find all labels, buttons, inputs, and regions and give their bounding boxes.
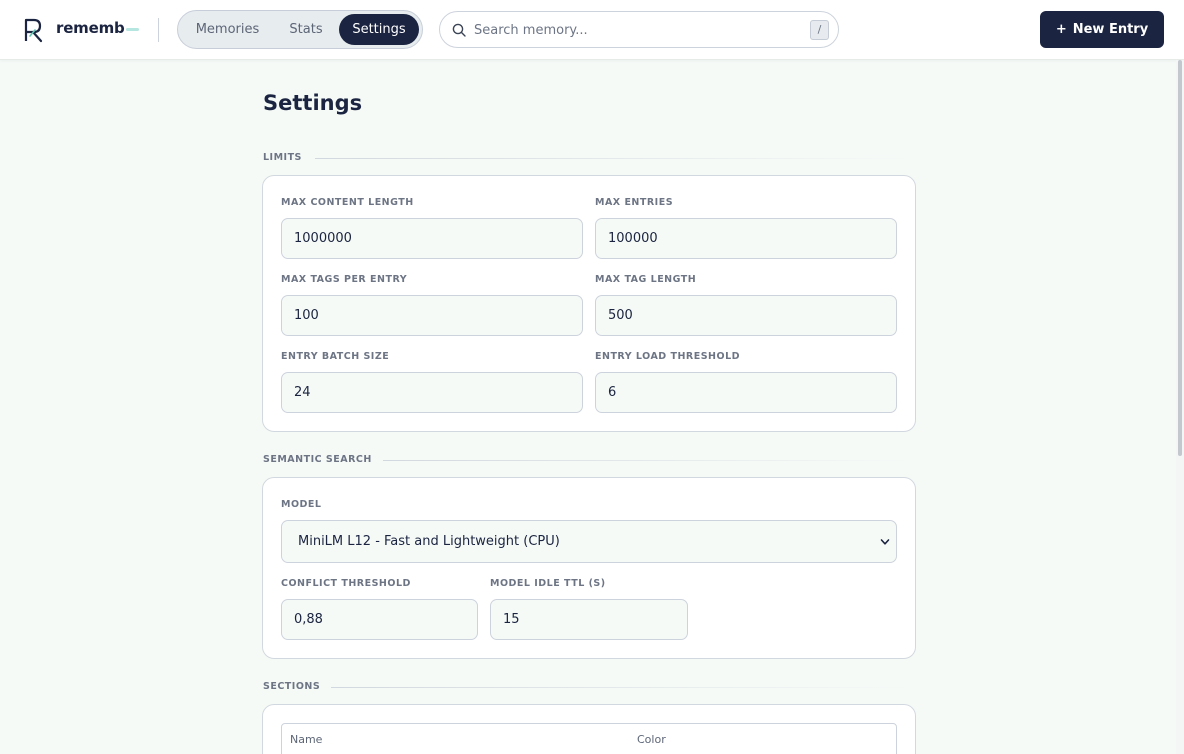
- search-shortcut-hint: /: [810, 20, 829, 40]
- header-divider: [158, 18, 159, 42]
- section-divider: [331, 687, 915, 688]
- entry-load-threshold-label: ENTRY LOAD THRESHOLD: [595, 351, 741, 362]
- rememb-logo-icon: [24, 18, 43, 43]
- conflict-threshold-label: CONFLICT THRESHOLD: [281, 578, 411, 589]
- page-scrollbar[interactable]: [1176, 60, 1184, 754]
- max-tag-length-input[interactable]: [595, 295, 897, 336]
- max-tags-per-entry-label: MAX TAGS PER ENTRY: [281, 274, 408, 285]
- main-tabs: Memories Stats Settings: [177, 10, 423, 49]
- tab-settings[interactable]: Settings: [339, 14, 419, 45]
- model-idle-ttl-label: MODEL IDLE TTL (S): [490, 578, 606, 589]
- chevron-down-icon: [880, 539, 890, 545]
- column-header-name: Name: [290, 733, 323, 746]
- brand-name: rememb: [56, 19, 125, 37]
- brand-accent: [126, 28, 139, 31]
- tab-stats[interactable]: Stats: [275, 14, 337, 45]
- max-content-length-input[interactable]: [281, 218, 583, 259]
- model-label: MODEL: [281, 499, 322, 510]
- model-select[interactable]: MiniLM L12 - Fast and Lightweight (CPU): [281, 520, 897, 563]
- entry-batch-size-input[interactable]: [281, 372, 583, 413]
- model-select-value: MiniLM L12 - Fast and Lightweight (CPU): [298, 534, 560, 549]
- page-title: Settings: [263, 91, 363, 115]
- max-content-length-label: MAX CONTENT LENGTH: [281, 197, 414, 208]
- scrollbar-thumb[interactable]: [1178, 60, 1182, 456]
- conflict-threshold-input[interactable]: [281, 599, 478, 640]
- model-idle-ttl-input[interactable]: [490, 599, 688, 640]
- section-label-semantic-search: SEMANTIC SEARCH: [263, 454, 372, 465]
- search-input[interactable]: [474, 18, 794, 42]
- section-label-limits: LIMITS: [263, 152, 302, 163]
- search-box: /: [439, 11, 839, 48]
- section-divider: [383, 460, 915, 461]
- new-entry-label: New Entry: [1072, 22, 1149, 37]
- top-bar: rememb Memories Stats Settings / + New En…: [0, 0, 1184, 60]
- entry-batch-size-label: ENTRY BATCH SIZE: [281, 351, 390, 362]
- section-divider: [315, 158, 915, 159]
- new-entry-button[interactable]: + New Entry: [1040, 11, 1164, 48]
- sections-table-header: Name Color: [281, 723, 897, 754]
- section-label-sections: SECTIONS: [263, 681, 321, 692]
- search-icon: [452, 23, 466, 37]
- entry-load-threshold-input[interactable]: [595, 372, 897, 413]
- max-entries-label: MAX ENTRIES: [595, 197, 674, 208]
- max-tags-per-entry-input[interactable]: [281, 295, 583, 336]
- plus-icon: +: [1055, 22, 1067, 37]
- max-entries-input[interactable]: [595, 218, 897, 259]
- tab-memories[interactable]: Memories: [182, 14, 273, 45]
- column-header-color: Color: [637, 733, 666, 746]
- max-tag-length-label: MAX TAG LENGTH: [595, 274, 697, 285]
